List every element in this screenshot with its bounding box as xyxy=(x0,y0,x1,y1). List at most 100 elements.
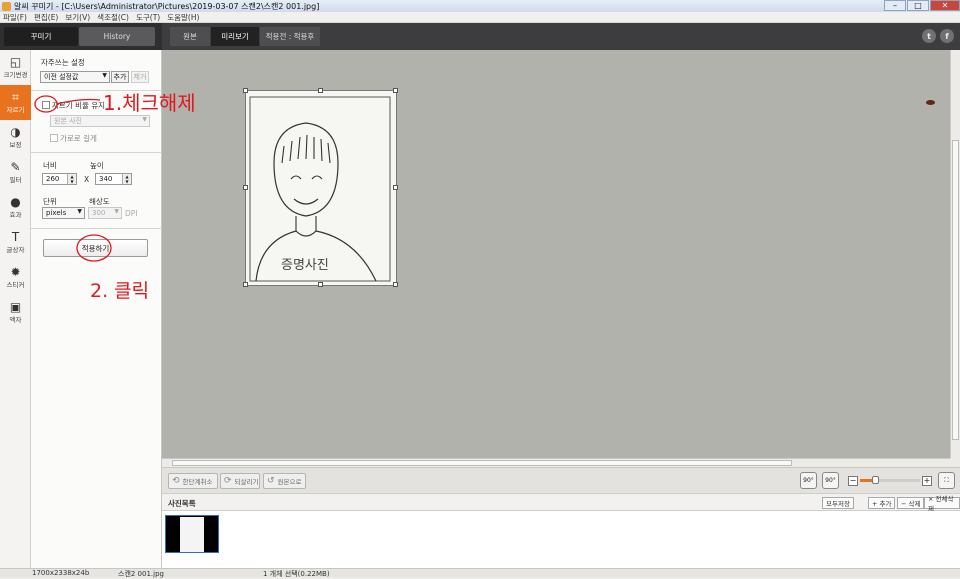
ratio-value: 원본 사진 xyxy=(54,117,82,125)
tool-effect[interactable]: ● 효과 xyxy=(0,190,31,225)
remove-preset-button[interactable]: 제거 xyxy=(131,71,149,83)
tool-crop[interactable]: ⌗ 자르기 xyxy=(0,85,31,120)
divider xyxy=(31,152,162,153)
unit-select[interactable]: pixels ▼ xyxy=(42,207,85,219)
maximize-button[interactable]: □ xyxy=(907,0,929,11)
height-value: 340 xyxy=(99,175,113,183)
thumbnail-image xyxy=(180,517,204,552)
dpi-label: DPI xyxy=(125,209,138,218)
stepper-icon[interactable]: ▲ ▼ xyxy=(67,174,76,184)
filter-icon: ✎ xyxy=(10,160,21,174)
tab-decorate[interactable]: 꾸미기 xyxy=(4,27,78,46)
app-icon xyxy=(2,1,11,11)
tab-original[interactable]: 원본 xyxy=(170,27,210,46)
menu-file[interactable]: 파일(F) xyxy=(3,12,27,23)
width-value: 260 xyxy=(46,175,60,183)
title-bar: 알씨 꾸미기 - [C:\Users\Administrator\Picture… xyxy=(0,0,960,12)
menu-color[interactable]: 색조절(C) xyxy=(97,12,129,23)
scan-spot xyxy=(926,100,935,105)
edit-toolbar: ⟲ 한단계취소 ⟳ 되살리기 ↺ 원본으로 90° 90° − + ⛶ xyxy=(162,467,960,493)
height-input[interactable]: 340 ▲ ▼ xyxy=(95,173,132,185)
times-label: X xyxy=(84,175,90,184)
chevron-down-icon: ▼ xyxy=(77,208,82,215)
preset-select[interactable]: 이전 설정값 ▼ xyxy=(40,71,110,83)
redo-button[interactable]: ⟳ 되살리기 xyxy=(220,473,260,489)
tab-before-after[interactable]: 적용전 : 적용후 xyxy=(260,27,320,46)
panel-tabs: 꾸미기 History xyxy=(0,23,162,50)
tool-resize[interactable]: ◱ 크기변경 xyxy=(0,50,31,85)
twitter-icon[interactable]: t xyxy=(922,29,936,43)
zoom-slider[interactable] xyxy=(860,476,920,484)
tool-frame[interactable]: ▣ 액자 xyxy=(0,295,31,330)
tab-preview[interactable]: 미리보기 xyxy=(211,27,259,46)
crop-handle-tl[interactable] xyxy=(243,88,248,93)
favorites-label: 자주쓰는 설정 xyxy=(41,58,85,67)
crop-handle-l[interactable] xyxy=(243,185,248,190)
undo-button[interactable]: ⟲ 한단계취소 xyxy=(168,473,218,489)
zoom-handle[interactable] xyxy=(872,476,879,484)
photo-thumbnail[interactable] xyxy=(165,515,219,553)
facebook-icon[interactable]: f xyxy=(940,29,954,43)
add-photo-button[interactable]: + 추가 xyxy=(868,497,896,509)
crop-handle-b[interactable] xyxy=(318,282,323,287)
resolution-label: 해상도 xyxy=(89,197,110,206)
tool-adjust[interactable]: ◑ 보정 xyxy=(0,120,31,155)
zoom-in-button[interactable]: + xyxy=(922,475,932,486)
ratio-select[interactable]: 원본 사진 ▼ xyxy=(50,115,150,127)
frame-icon: ▣ xyxy=(9,300,22,314)
resolution-select[interactable]: 300 ▼ xyxy=(88,207,122,219)
window-controls: – □ ✕ xyxy=(883,0,960,12)
minimize-button[interactable]: – xyxy=(884,0,906,11)
effect-icon: ● xyxy=(10,195,21,209)
delete-photo-button[interactable]: − 삭제 xyxy=(897,497,925,509)
apply-button[interactable]: 적용하기 xyxy=(43,239,148,257)
zoom-out-button[interactable]: − xyxy=(848,475,858,486)
tool-filter[interactable]: ✎ 필터 xyxy=(0,155,31,190)
menu-edit[interactable]: 편집(E) xyxy=(34,12,58,23)
tab-history[interactable]: History xyxy=(79,27,155,46)
restore-original-button[interactable]: ↺ 원본으로 xyxy=(263,473,306,489)
menu-help[interactable]: 도움말(H) xyxy=(167,12,199,23)
scroll-thumb[interactable] xyxy=(952,140,959,440)
tool-label: 자르기 xyxy=(6,106,25,114)
scroll-thumb[interactable] xyxy=(172,460,792,466)
crop-icon: ⌗ xyxy=(12,90,19,104)
menu-tools[interactable]: 도구(T) xyxy=(136,12,160,23)
rotate-left-button[interactable]: 90° xyxy=(800,472,817,489)
crop-handle-tr[interactable] xyxy=(393,88,398,93)
tool-label: 보정 xyxy=(9,141,22,149)
menu-view[interactable]: 보기(V) xyxy=(65,12,90,23)
adjust-icon: ◑ xyxy=(10,125,21,139)
save-all-button[interactable]: 모두저장 xyxy=(822,497,854,509)
status-dimensions: 1700x2338x24b xyxy=(32,569,90,577)
fit-screen-button[interactable]: ⛶ xyxy=(938,472,955,489)
photo-list-title: 사진목록 xyxy=(168,499,196,508)
vertical-scrollbar[interactable] xyxy=(950,50,960,458)
landscape-label: 가로로 길게 xyxy=(60,134,97,143)
restore-label: 원본으로 xyxy=(277,478,302,486)
tool-sticker[interactable]: ✹ 스티커 xyxy=(0,260,31,295)
crop-handle-bl[interactable] xyxy=(243,282,248,287)
add-preset-button[interactable]: 추가 xyxy=(111,71,129,83)
stepper-icon[interactable]: ▲ ▼ xyxy=(122,174,131,184)
crop-handle-br[interactable] xyxy=(393,282,398,287)
landscape-checkbox[interactable] xyxy=(50,134,58,142)
menu-bar: 파일(F) 편집(E) 보기(V) 색조절(C) 도구(T) 도움말(H) xyxy=(0,12,960,23)
tool-label: 액자 xyxy=(9,316,22,324)
text-icon: T xyxy=(11,230,20,244)
crop-handle-t[interactable] xyxy=(318,88,323,93)
tool-textbox[interactable]: T 글상자 xyxy=(0,225,31,260)
rotate-right-button[interactable]: 90° xyxy=(822,472,839,489)
crop-handle-r[interactable] xyxy=(393,185,398,190)
status-filename: 스캔2 001.jpg xyxy=(118,570,164,578)
close-button[interactable]: ✕ xyxy=(930,0,960,11)
width-input[interactable]: 260 ▲ ▼ xyxy=(42,173,77,185)
redo-label: 되살리기 xyxy=(234,478,259,486)
tool-label: 크기변경 xyxy=(3,71,28,79)
delete-all-button[interactable]: × 전체삭제 xyxy=(924,495,960,513)
undo-icon: ⟲ xyxy=(172,476,180,486)
keep-ratio-checkbox[interactable] xyxy=(42,101,50,109)
photo-crop-area[interactable]: 증명사진 xyxy=(243,88,398,287)
horizontal-scrollbar[interactable] xyxy=(162,458,950,467)
tool-label: 글상자 xyxy=(6,246,25,254)
